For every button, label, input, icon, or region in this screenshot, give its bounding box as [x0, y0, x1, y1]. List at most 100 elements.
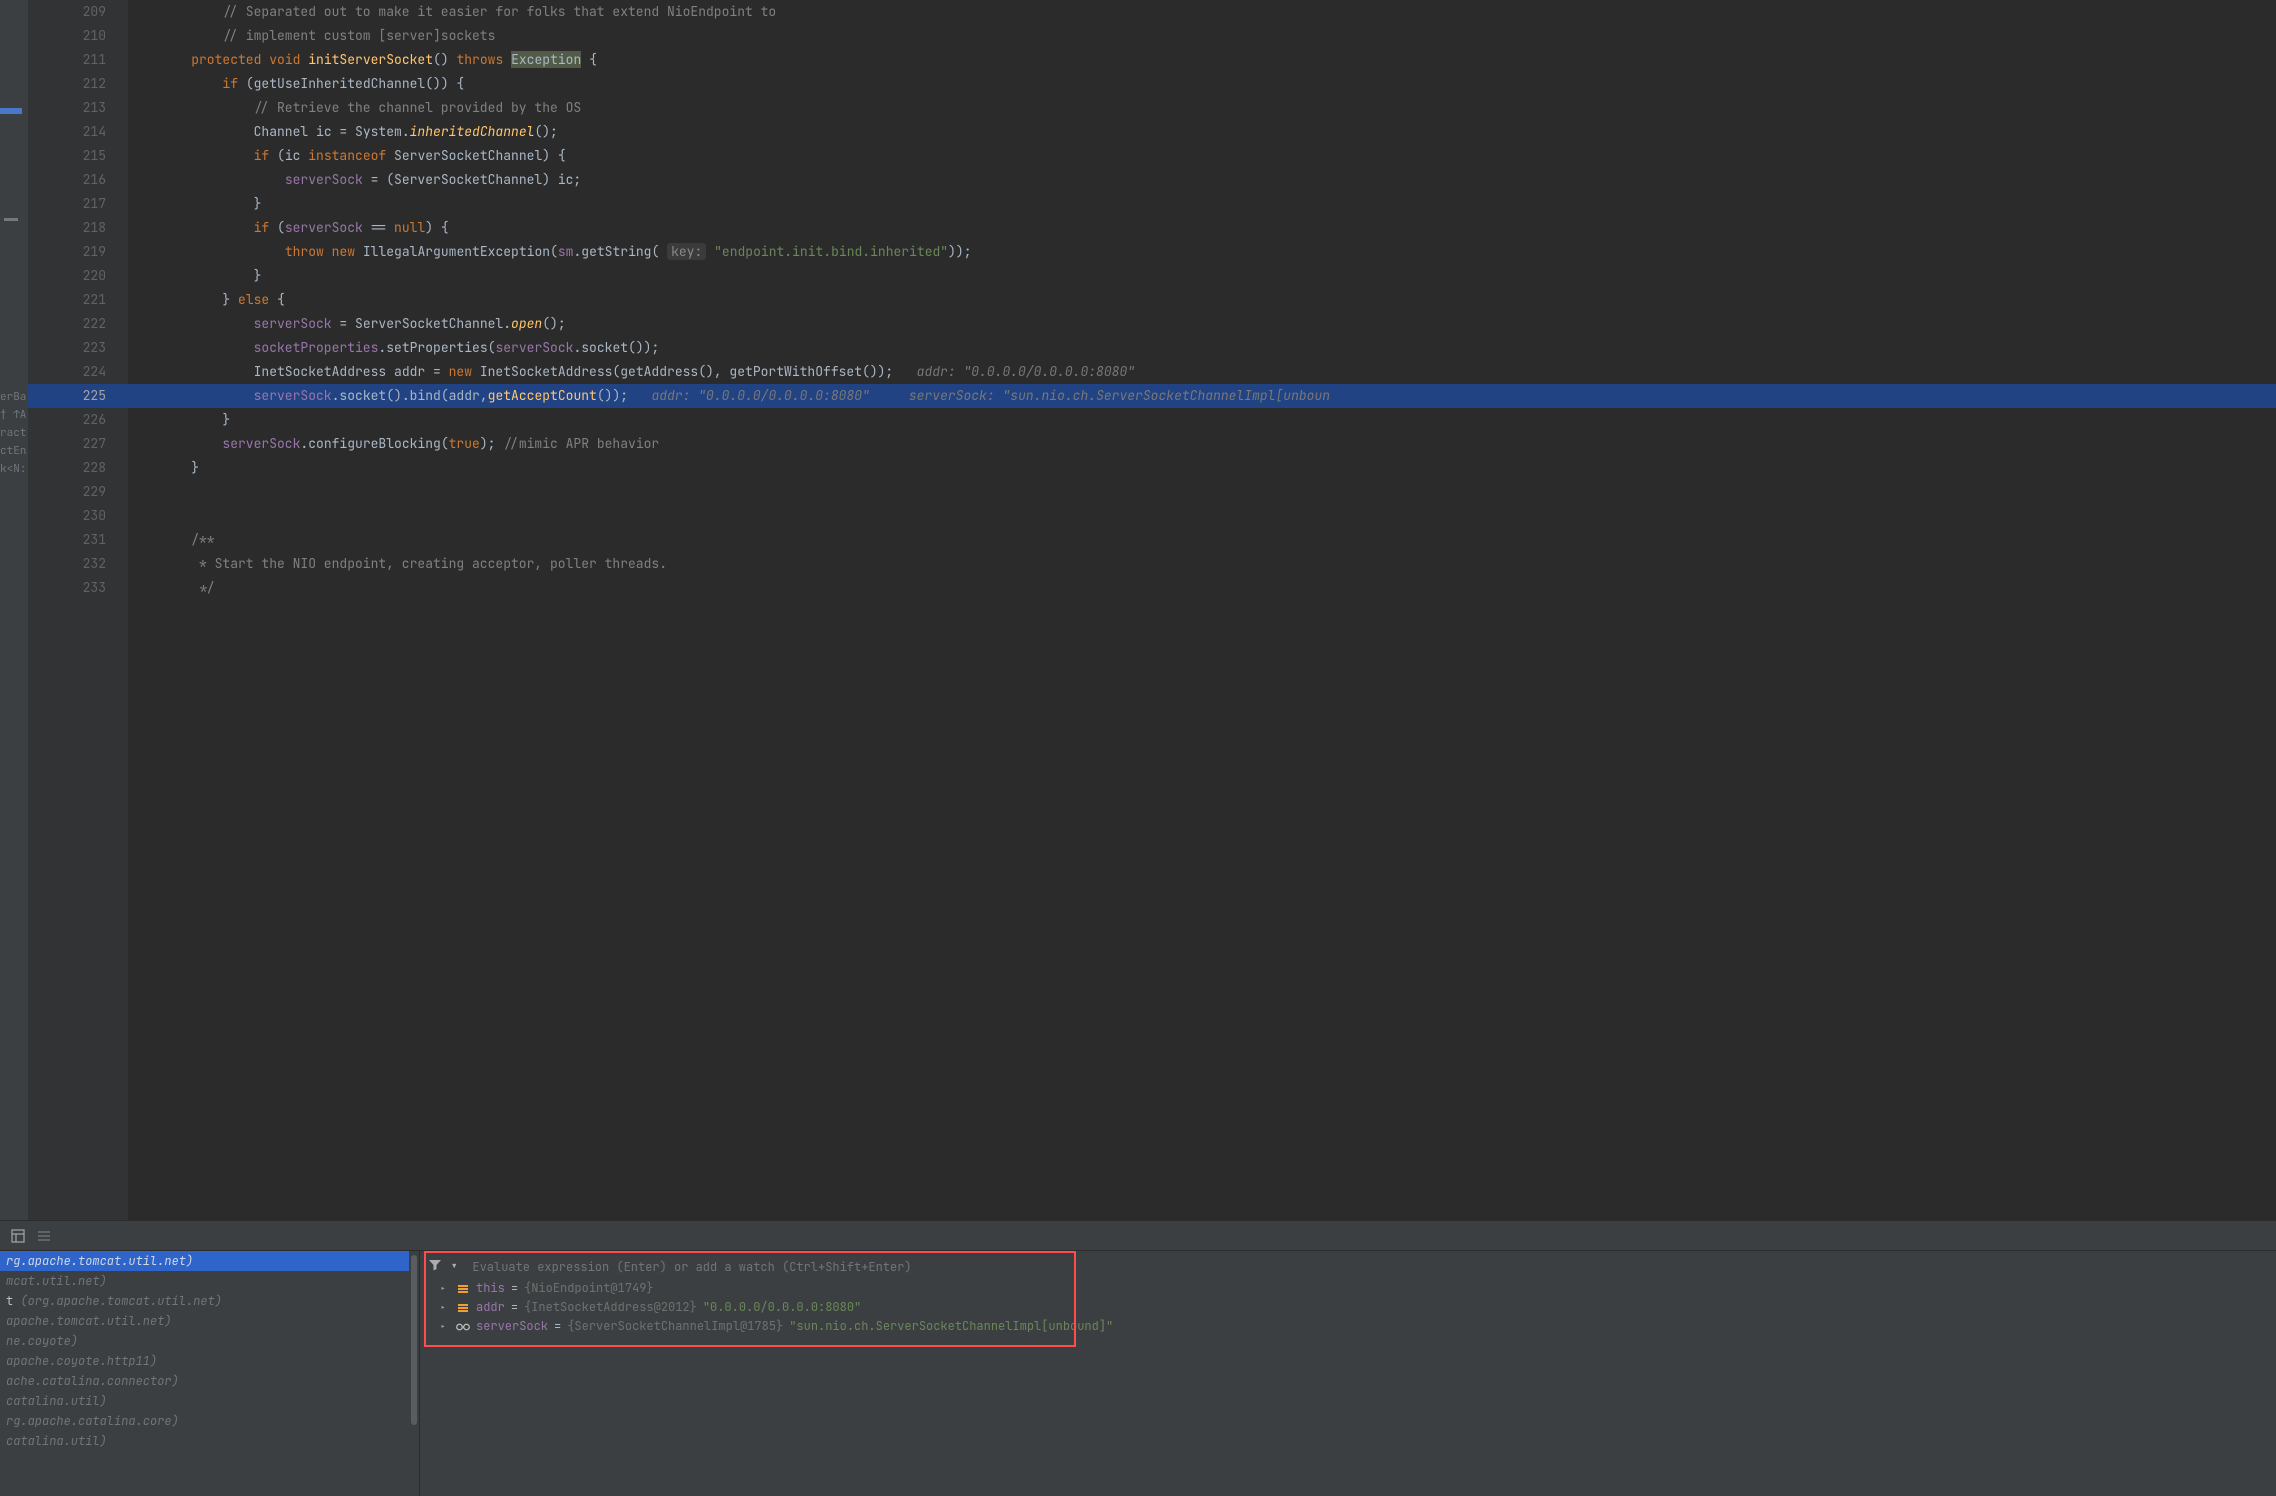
line-number[interactable]: 211 [28, 48, 106, 72]
frames-pane[interactable]: rg.apache.tomcat.util.net)mcat.util.net)… [0, 1251, 420, 1496]
code-line[interactable]: if (serverSock == null) { [160, 216, 2276, 240]
frame-row[interactable]: t (org.apache.tomcat.util.net) [0, 1291, 419, 1311]
code-lines[interactable]: // Separated out to make it easier for f… [128, 0, 2276, 1220]
line-number[interactable]: 209 [28, 0, 106, 24]
line-number[interactable]: 220 [28, 264, 106, 288]
line-number[interactable]: 219 [28, 240, 106, 264]
watch-icon [456, 1320, 470, 1334]
frame-row[interactable]: catalina.util) [0, 1431, 419, 1451]
variable-row[interactable]: ▸addr = {InetSocketAddress@2012} "0.0.0.… [426, 1298, 2270, 1317]
variable-name: addr [476, 1298, 505, 1317]
variables-pane[interactable]: ▾ Evaluate expression (Enter) or add a w… [420, 1251, 2276, 1496]
line-number[interactable]: 226 [28, 408, 106, 432]
line-number[interactable]: 230 [28, 504, 106, 528]
code-line[interactable]: } [160, 456, 2276, 480]
chevron-down-icon[interactable]: ▾ [450, 1258, 458, 1276]
code-line[interactable]: } [160, 192, 2276, 216]
frame-row[interactable]: rg.apache.catalina.core) [0, 1411, 419, 1431]
code-line[interactable]: socketProperties.setProperties(serverSoc… [160, 336, 2276, 360]
frames-scrollbar[interactable] [409, 1251, 419, 1496]
code-line[interactable]: // implement custom [server]sockets [160, 24, 2276, 48]
app-root: erBas† ↑APractEctEnck<N: 209210211212213… [0, 0, 2276, 1496]
list-icon[interactable] [36, 1228, 52, 1244]
expand-arrow-icon[interactable]: ▸ [440, 1279, 450, 1298]
variable-type: {NioEndpoint@1749} [524, 1279, 654, 1298]
editor-area: erBas† ↑APractEctEnck<N: 209210211212213… [0, 0, 2276, 1220]
filter-icon[interactable] [428, 1258, 442, 1277]
variable-row[interactable]: ▸serverSock = {ServerSocketChannelImpl@1… [426, 1317, 2270, 1336]
line-number[interactable]: 221 [28, 288, 106, 312]
line-number[interactable]: 215 [28, 144, 106, 168]
equals-sign: = [511, 1298, 518, 1317]
frame-row[interactable]: rg.apache.tomcat.util.net) [0, 1251, 419, 1271]
evaluate-expression-input[interactable]: Evaluate expression (Enter) or add a wat… [466, 1259, 911, 1275]
line-number[interactable]: 213 [28, 96, 106, 120]
line-number[interactable]: 218 [28, 216, 106, 240]
line-number[interactable]: 232 [28, 552, 106, 576]
expand-arrow-icon[interactable]: ▸ [440, 1298, 450, 1317]
variable-value: "0.0.0.0/0.0.0.0:8080" [703, 1298, 861, 1317]
structure-label: erBas [0, 388, 26, 406]
line-number[interactable]: 228 [28, 456, 106, 480]
code-line[interactable]: throw new IllegalArgumentException(sm.ge… [160, 240, 2276, 264]
expand-arrow-icon[interactable]: ▸ [440, 1317, 450, 1336]
line-number[interactable]: 214 [28, 120, 106, 144]
frame-row[interactable]: catalina.util) [0, 1391, 419, 1411]
line-number[interactable]: 212 [28, 72, 106, 96]
minimize-icon[interactable] [4, 218, 18, 221]
code-line[interactable]: if (ic instanceof ServerSocketChannel) { [160, 144, 2276, 168]
code-line[interactable]: } else { [160, 288, 2276, 312]
code-line[interactable]: serverSock.configureBlocking(true); //mi… [160, 432, 2276, 456]
code-line[interactable]: Channel ic = System.inheritedChannel(); [160, 120, 2276, 144]
line-number[interactable]: 217 [28, 192, 106, 216]
line-number[interactable]: 229 [28, 480, 106, 504]
code-pane[interactable]: 2092102112122132142152162172182192202212… [28, 0, 2276, 1220]
variable-type: {ServerSocketChannelImpl@1785} [567, 1317, 783, 1336]
structure-label: ctEnc [0, 442, 26, 460]
variable-name: this [476, 1279, 505, 1298]
frame-row[interactable]: apache.coyote.http11) [0, 1351, 419, 1371]
variable-row[interactable]: ▸ this = {NioEndpoint@1749} [426, 1279, 2270, 1298]
line-number[interactable]: 225 [28, 384, 106, 408]
object-icon [456, 1301, 470, 1315]
gutter[interactable]: 2092102112122132142152162172182192202212… [28, 0, 128, 1220]
code-line[interactable]: serverSock = (ServerSocketChannel) ic; [160, 168, 2276, 192]
code-line[interactable]: */ [160, 576, 2276, 600]
variable-value: "sun.nio.ch.ServerSocketChannelImpl[unbo… [789, 1317, 1113, 1336]
code-line[interactable]: } [160, 408, 2276, 432]
line-number[interactable]: 233 [28, 576, 106, 600]
frame-row[interactable]: ne.coyote) [0, 1331, 419, 1351]
line-number[interactable]: 223 [28, 336, 106, 360]
frame-row[interactable]: apache.tomcat.util.net) [0, 1311, 419, 1331]
debug-panel: rg.apache.tomcat.util.net)mcat.util.net)… [0, 1220, 2276, 1496]
line-number[interactable]: 222 [28, 312, 106, 336]
vars-header: ▾ Evaluate expression (Enter) or add a w… [426, 1255, 2270, 1279]
line-number[interactable]: 216 [28, 168, 106, 192]
code-line[interactable]: InetSocketAddress addr = new InetSocketA… [160, 360, 2276, 384]
code-line[interactable]: if (getUseInheritedChannel()) { [160, 72, 2276, 96]
line-number[interactable]: 227 [28, 432, 106, 456]
code-line[interactable] [160, 504, 2276, 528]
line-number[interactable]: 210 [28, 24, 106, 48]
equals-sign: = [511, 1279, 518, 1298]
line-number[interactable]: 231 [28, 528, 106, 552]
debug-toolbar [0, 1221, 2276, 1251]
code-line[interactable]: serverSock = ServerSocketChannel.open(); [160, 312, 2276, 336]
structure-labels: erBas† ↑APractEctEnck<N: [0, 388, 28, 478]
code-line[interactable]: // Separated out to make it easier for f… [160, 0, 2276, 24]
code-line[interactable]: // Retrieve the channel provided by the … [160, 96, 2276, 120]
layout-icon[interactable] [10, 1228, 26, 1244]
frame-row[interactable]: mcat.util.net) [0, 1271, 419, 1291]
equals-sign: = [554, 1317, 561, 1336]
code-line[interactable]: protected void initServerSocket() throws… [160, 48, 2276, 72]
object-icon [456, 1282, 470, 1296]
code-line[interactable]: /** [160, 528, 2276, 552]
code-line[interactable]: serverSock.socket().bind(addr,getAcceptC… [160, 384, 2276, 408]
line-number[interactable]: 224 [28, 360, 106, 384]
frame-row[interactable]: ache.catalina.connector) [0, 1371, 419, 1391]
scroll-marker [0, 108, 22, 114]
code-line[interactable] [160, 480, 2276, 504]
code-line[interactable]: * Start the NIO endpoint, creating accep… [160, 552, 2276, 576]
code-line[interactable]: } [160, 264, 2276, 288]
scrollbar-thumb[interactable] [411, 1255, 417, 1425]
